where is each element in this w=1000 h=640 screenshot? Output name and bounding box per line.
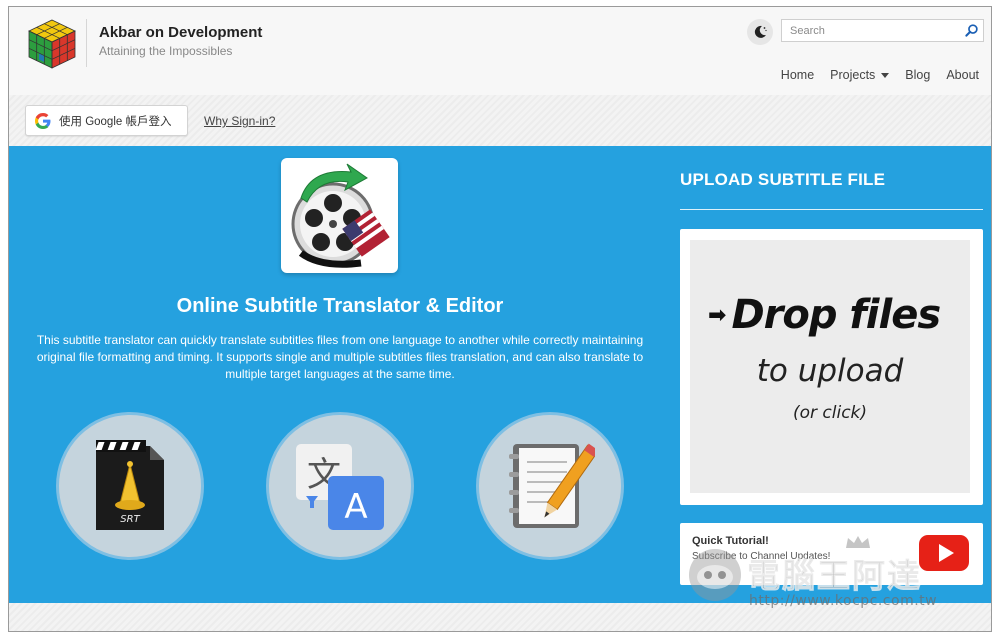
- google-g-icon: [35, 112, 51, 129]
- search-input[interactable]: [790, 23, 960, 39]
- browser-frame: Akbar on Development Attaining the Impos…: [8, 6, 992, 632]
- site-header: Akbar on Development Attaining the Impos…: [9, 7, 991, 95]
- feature-translate-circle: 文 A: [266, 412, 414, 560]
- nav-blog[interactable]: Blog: [905, 68, 930, 82]
- search-icon[interactable]: [964, 23, 979, 38]
- nav-projects-label: Projects: [830, 68, 876, 82]
- nav-about-label: About: [946, 68, 979, 82]
- google-signin-button[interactable]: 使用 Google 帳戶登入: [25, 105, 188, 136]
- dropzone-card: ➡ Drop files to upload (or click): [680, 229, 983, 505]
- main-nav: Home Projects Blog About: [781, 68, 979, 82]
- site-tagline: Attaining the Impossibles: [99, 44, 233, 58]
- footer-strip: [9, 603, 991, 631]
- srt-label: SRT: [120, 514, 140, 525]
- nav-home[interactable]: Home: [781, 68, 814, 82]
- brand-divider: [86, 19, 87, 67]
- drop-files-heading: ➡ Drop files: [708, 292, 941, 338]
- drop-or-click-text: (or click): [792, 403, 868, 423]
- file-dropzone[interactable]: ➡ Drop files to upload (or click): [690, 240, 970, 493]
- dark-mode-toggle[interactable]: [747, 19, 773, 45]
- main-section: Online Subtitle Translator & Editor This…: [9, 146, 991, 603]
- notebook-pencil-icon: [509, 443, 595, 528]
- google-signin-label: 使用 Google 帳戶登入: [59, 115, 172, 128]
- subtitle-translator-app-icon: [281, 158, 398, 273]
- drop-files-text: Drop files: [731, 292, 941, 338]
- drop-to-upload-text: to upload: [756, 353, 904, 389]
- feature-editor-circle: [476, 412, 624, 560]
- tutorial-title: Quick Tutorial!: [692, 535, 769, 547]
- nav-projects[interactable]: Projects: [830, 68, 890, 82]
- youtube-subscribe-button[interactable]: [919, 535, 969, 571]
- hero-description: This subtitle translator can quickly tra…: [36, 333, 644, 381]
- google-translate-icon: 文 A: [296, 444, 384, 530]
- upload-heading-divider: [680, 209, 983, 210]
- hero-title: Online Subtitle Translator & Editor: [176, 295, 504, 317]
- why-signin-link[interactable]: Why Sign-in?: [204, 114, 275, 128]
- signin-bar: 使用 Google 帳戶登入 Why Sign-in?: [9, 95, 991, 146]
- nav-about[interactable]: About: [946, 68, 979, 82]
- nav-blog-label: Blog: [905, 68, 931, 82]
- site-title[interactable]: Akbar on Development: [99, 24, 262, 41]
- translate-target-glyph: A: [344, 487, 367, 527]
- upload-heading: UPLOAD SUBTITLE FILE: [680, 170, 886, 189]
- search-box: [781, 19, 984, 42]
- nav-home-label: Home: [780, 68, 815, 82]
- rubiks-cube-logo-icon[interactable]: [25, 17, 79, 71]
- feature-srt-circle: SRT: [56, 412, 204, 560]
- youtube-play-icon: [938, 544, 954, 562]
- caret-down-icon: [881, 72, 890, 78]
- tutorial-card: Quick Tutorial! Subscribe to Channel Upd…: [680, 523, 983, 585]
- tutorial-subtitle: Subscribe to Channel Updates!: [692, 551, 831, 562]
- srt-file-icon: SRT: [95, 440, 164, 530]
- arrow-right-icon: ➡: [708, 302, 726, 328]
- moon-icon: [754, 25, 767, 38]
